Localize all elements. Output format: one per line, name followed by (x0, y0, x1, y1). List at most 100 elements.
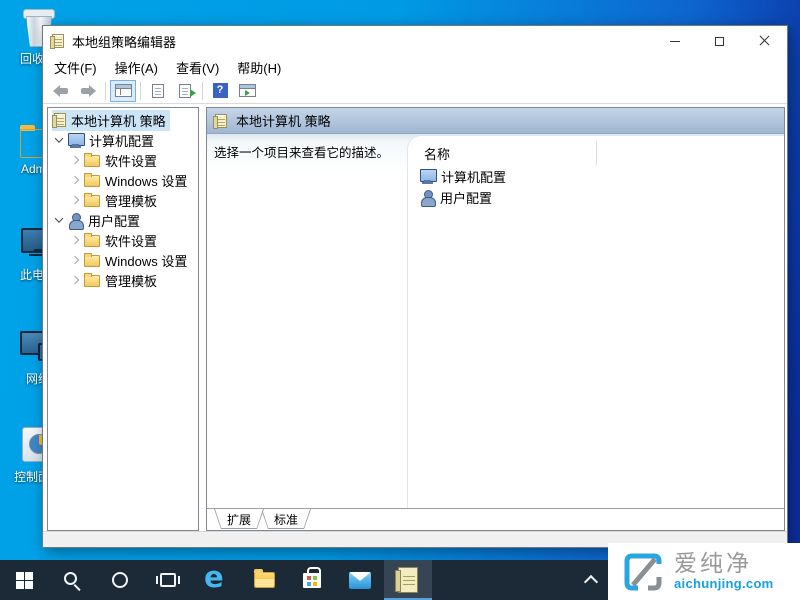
toolbar-show-action-pane-button[interactable] (234, 80, 260, 102)
forward-arrow-icon (80, 85, 96, 97)
tree-item-computer-windows-settings[interactable]: Windows 设置 (48, 170, 198, 190)
tree-item-content: 软件设置 (82, 150, 161, 171)
chevron-right-icon[interactable] (68, 157, 82, 163)
taskbar-search-button[interactable] (48, 560, 96, 600)
computer-icon (420, 169, 436, 184)
window-body: 本地计算机 策略计算机配置软件设置Windows 设置管理模板用户配置软件设置W… (43, 104, 787, 531)
gpedit-scroll-icon (52, 34, 64, 48)
chevron-right-icon[interactable] (68, 257, 82, 263)
maximize-icon (715, 37, 724, 46)
details-pane: 本地计算机 策略 选择一个项目来查看它的描述。 名称 计算机配置用户配置 扩展 标… (206, 107, 785, 531)
list-item-user-configuration[interactable]: 用户配置 (420, 187, 506, 208)
chevron-right-icon[interactable] (68, 177, 82, 183)
taskbar-task-view-button[interactable] (144, 560, 192, 600)
chevron-down-icon[interactable] (52, 217, 66, 223)
list-item-label: 用户配置 (440, 188, 492, 207)
chevron-right-icon[interactable] (68, 197, 82, 203)
tab-label: 扩展 (227, 511, 251, 528)
tree-item-content: Windows 设置 (82, 170, 191, 191)
watermark: 爱纯净 aichunjing.com (608, 543, 800, 600)
desktop-screen: 回收站Admin此电脑网络控制面板 本地组策略编辑器 文件(F)操作(A)查看(… (0, 0, 800, 600)
export-list-icon (179, 84, 191, 98)
taskbar-file-explorer-button[interactable] (240, 560, 288, 600)
toolbar-properties-button[interactable] (145, 80, 171, 102)
folder-icon (84, 235, 100, 247)
folder-icon (84, 175, 100, 187)
menu-item-help[interactable]: 帮助(H) (228, 58, 290, 77)
tree-item-content: 计算机配置 (66, 130, 158, 151)
tree-item-content: 用户配置 (66, 210, 144, 231)
toolbar-help-button[interactable] (207, 80, 233, 102)
tree-item-label: 管理模板 (105, 271, 157, 290)
search-icon (64, 572, 77, 585)
tree-item-user-configuration[interactable]: 用户配置 (48, 210, 198, 230)
taskbar-start-button[interactable] (0, 560, 48, 600)
gpedit-icon (398, 567, 418, 593)
chevron-right-icon[interactable] (68, 277, 82, 283)
taskbar-store-button[interactable] (288, 560, 336, 600)
group-policy-editor-window: 本地组策略编辑器 文件(F)操作(A)查看(V)帮助(H) 本地计算机 策略计算… (42, 25, 788, 548)
tree-item-computer-configuration[interactable]: 计算机配置 (48, 130, 198, 150)
tree-item-label: 本地计算机 策略 (71, 111, 166, 130)
cortana-icon (112, 572, 128, 588)
window-titlebar[interactable]: 本地组策略编辑器 (43, 26, 787, 56)
maximize-button[interactable] (697, 26, 742, 56)
folder-icon (84, 275, 100, 287)
tree-item-user-software-settings[interactable]: 软件设置 (48, 230, 198, 250)
minimize-icon (670, 41, 680, 42)
menu-item-file[interactable]: 文件(F) (45, 58, 106, 77)
toolbar-export-list-button[interactable] (172, 80, 198, 102)
minimize-button[interactable] (652, 26, 697, 56)
folder-icon (84, 195, 100, 207)
window-title: 本地组策略编辑器 (72, 32, 176, 51)
tab-extended[interactable]: 扩展 (214, 509, 264, 529)
toolbar-separator (105, 82, 106, 100)
menu-item-action[interactable]: 操作(A) (106, 58, 167, 77)
watermark-text: 爱纯净 aichunjing.com (674, 552, 774, 591)
chevron-right-icon[interactable] (68, 237, 82, 243)
tree-item-user-admin-templates[interactable]: 管理模板 (48, 270, 198, 290)
taskbar-mail-button[interactable] (336, 560, 384, 600)
view-tabs: 扩展 标准 (207, 508, 784, 530)
tree-item-label: 计算机配置 (89, 131, 154, 150)
tree-item-label: Windows 设置 (105, 251, 187, 270)
tree-item-content: Windows 设置 (82, 250, 191, 271)
taskbar-edge-button[interactable] (192, 560, 240, 600)
taskbar-icons (0, 560, 432, 600)
menu-item-view[interactable]: 查看(V) (167, 58, 228, 77)
tree-item-content: 软件设置 (82, 230, 161, 251)
folder-icon (84, 255, 100, 267)
toolbar-separator (202, 82, 203, 100)
help-icon (213, 83, 228, 98)
chevron-down-icon[interactable] (52, 137, 66, 143)
user-icon (420, 190, 435, 205)
tree-item-local-computer-policy[interactable]: 本地计算机 策略 (48, 110, 198, 130)
tree-item-content: 管理模板 (82, 190, 161, 211)
watermark-title: 爱纯净 (674, 552, 774, 575)
toolbar-forward-button[interactable] (75, 80, 101, 102)
column-resize-handle[interactable] (596, 141, 597, 165)
toolbar-show-console-tree-button[interactable] (110, 80, 136, 102)
list-item-computer-configuration[interactable]: 计算机配置 (420, 166, 506, 187)
tab-standard[interactable]: 标准 (261, 509, 311, 529)
edge-icon (204, 566, 228, 594)
tab-label: 标准 (274, 511, 298, 528)
taskbar-cortana-button[interactable] (96, 560, 144, 600)
tree-item-user-windows-settings[interactable]: Windows 设置 (48, 250, 198, 270)
toolbar-back-button[interactable] (48, 80, 74, 102)
taskbar-gpedit-button[interactable] (384, 560, 432, 600)
user-icon (68, 213, 83, 228)
task-view-icon (160, 573, 176, 587)
console-tree-pane: 本地计算机 策略计算机配置软件设置Windows 设置管理模板用户配置软件设置W… (47, 107, 199, 531)
details-header-title: 本地计算机 策略 (236, 111, 331, 130)
tree-item-label: 用户配置 (88, 211, 140, 230)
tree-item-content: 本地计算机 策略 (52, 110, 170, 131)
tree-item-computer-software-settings[interactable]: 软件设置 (48, 150, 198, 170)
action-pane-icon (239, 84, 256, 97)
tray-chevron-up-icon[interactable] (584, 575, 598, 585)
name-column-header[interactable]: 名称 (424, 144, 450, 163)
tree-item-computer-admin-templates[interactable]: 管理模板 (48, 190, 198, 210)
close-button[interactable] (742, 26, 787, 56)
selection-description: 选择一个项目来查看它的描述。 (214, 142, 389, 161)
watermark-domain: aichunjing.com (674, 576, 774, 591)
